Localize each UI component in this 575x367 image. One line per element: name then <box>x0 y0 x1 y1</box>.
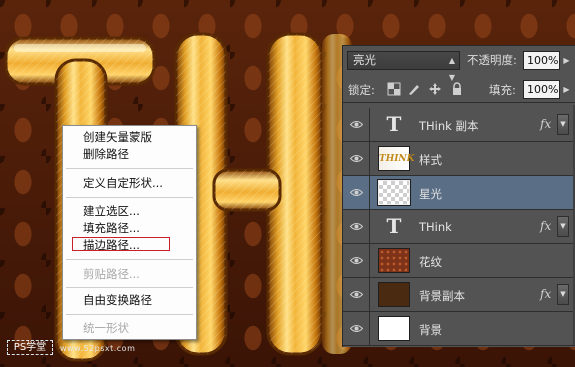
layer-row-background[interactable]: 背景 <box>343 312 575 346</box>
eye-icon <box>350 257 363 264</box>
visibility-toggle[interactable] <box>343 108 370 141</box>
panel-divider <box>343 102 575 103</box>
layer-thumbnail <box>378 248 410 273</box>
layer-row-starlight[interactable]: 星光 <box>343 176 575 210</box>
fill-input[interactable]: 100% <box>523 80 560 99</box>
visibility-toggle[interactable] <box>343 142 370 175</box>
menu-separator <box>66 197 193 198</box>
watermark-badge: PS学堂 <box>7 340 53 355</box>
visibility-toggle[interactable] <box>343 312 370 345</box>
layer-row-style[interactable]: THINK 样式 <box>343 142 575 176</box>
lock-transparent-pixels-icon[interactable] <box>387 82 401 96</box>
opacity-input[interactable]: 100% <box>523 51 560 70</box>
menu-item-define-custom-shape[interactable]: 定义自定形状... <box>63 175 196 192</box>
menu-separator <box>66 168 193 169</box>
menu-separator <box>66 259 193 260</box>
layer-name[interactable]: 背景副本 <box>419 288 465 304</box>
menu-item-free-transform-path[interactable]: 自由变换路径 <box>63 292 196 309</box>
menu-item-make-selection[interactable]: 建立选区... <box>63 203 196 220</box>
layer-thumbnail <box>378 282 410 307</box>
lock-label: 锁定: <box>348 83 375 97</box>
visibility-toggle[interactable] <box>343 278 370 311</box>
menu-item-clipping-path: 剪贴路径... <box>83 267 140 281</box>
eye-icon <box>350 325 363 332</box>
type-layer-thumbnail-icon: T <box>386 214 402 238</box>
blend-mode-value: 亮光 <box>353 53 376 67</box>
updown-arrow-icon: ▲ ▼ <box>448 56 455 82</box>
watermark: PS学堂 www.52psxt.com <box>3 338 163 360</box>
expand-effects-icon[interactable]: ▼ <box>557 114 569 135</box>
opacity-label: 不透明度: <box>467 53 517 67</box>
layers-panel: 亮光 ▲ ▼ 不透明度: 100% ▶ 锁定: 填充: 100% ▶ T THin… <box>342 45 575 347</box>
layer-row-background-copy[interactable]: 背景副本 fx ▼ <box>343 278 575 312</box>
blend-mode-select[interactable]: 亮光 ▲ ▼ <box>347 51 460 82</box>
layer-name[interactable]: 样式 <box>419 152 442 168</box>
layer-effects-icon[interactable]: fx <box>540 117 551 131</box>
menu-item-delete-path[interactable]: 删除路径 <box>63 146 196 163</box>
stroke-path-highlight-box <box>72 237 170 251</box>
transparent-layer-thumbnail <box>377 179 411 206</box>
layer-name[interactable]: 星光 <box>419 186 442 202</box>
lock-position-icon[interactable] <box>428 82 442 96</box>
layer-name[interactable]: THink 副本 <box>419 118 478 134</box>
visibility-toggle[interactable] <box>343 210 370 243</box>
layer-name[interactable]: 背景 <box>419 322 442 338</box>
visibility-toggle[interactable] <box>343 176 370 209</box>
lock-all-icon[interactable] <box>450 82 464 96</box>
menu-separator <box>66 287 193 288</box>
expand-effects-icon[interactable]: ▼ <box>557 284 569 305</box>
expand-effects-icon[interactable]: ▼ <box>557 216 569 237</box>
menu-item-fill-path[interactable]: 填充路径... <box>63 220 196 237</box>
fill-dropdown-arrow-icon[interactable]: ▶ <box>562 80 571 99</box>
layer-effects-icon[interactable]: fx <box>540 287 551 301</box>
watermark-url: www.52psxt.com <box>60 344 136 353</box>
eye-icon <box>350 189 363 196</box>
layer-name[interactable]: 花纹 <box>419 254 442 270</box>
lock-image-pixels-icon[interactable] <box>407 82 421 96</box>
visibility-toggle[interactable] <box>343 244 370 277</box>
eye-icon <box>350 291 363 298</box>
layer-row-pattern[interactable]: 花纹 <box>343 244 575 278</box>
eye-icon <box>350 121 363 128</box>
layer-row-think[interactable]: T THink fx ▼ <box>343 210 575 244</box>
layer-name[interactable]: THink <box>419 220 452 234</box>
eye-icon <box>350 223 363 230</box>
menu-item-create-vector-mask[interactable]: 创建矢量蒙版 <box>63 129 196 146</box>
eye-icon <box>350 155 363 162</box>
menu-separator <box>66 314 193 315</box>
opacity-dropdown-arrow-icon[interactable]: ▶ <box>562 51 571 70</box>
layer-thumbnail: THINK <box>378 146 414 171</box>
layer-row-think-copy[interactable]: T THink 副本 fx ▼ <box>343 108 575 142</box>
layer-thumbnail <box>378 316 410 341</box>
letter-h <box>174 32 324 356</box>
layer-effects-icon[interactable]: fx <box>540 219 551 233</box>
fill-label: 填充: <box>489 83 516 97</box>
menu-item-unify-shapes: 统一形状 <box>83 321 129 335</box>
path-context-menu: 创建矢量蒙版 删除路径 定义自定形状... 建立选区... 填充路径... 描边… <box>62 125 197 340</box>
type-layer-thumbnail-icon: T <box>386 112 402 136</box>
